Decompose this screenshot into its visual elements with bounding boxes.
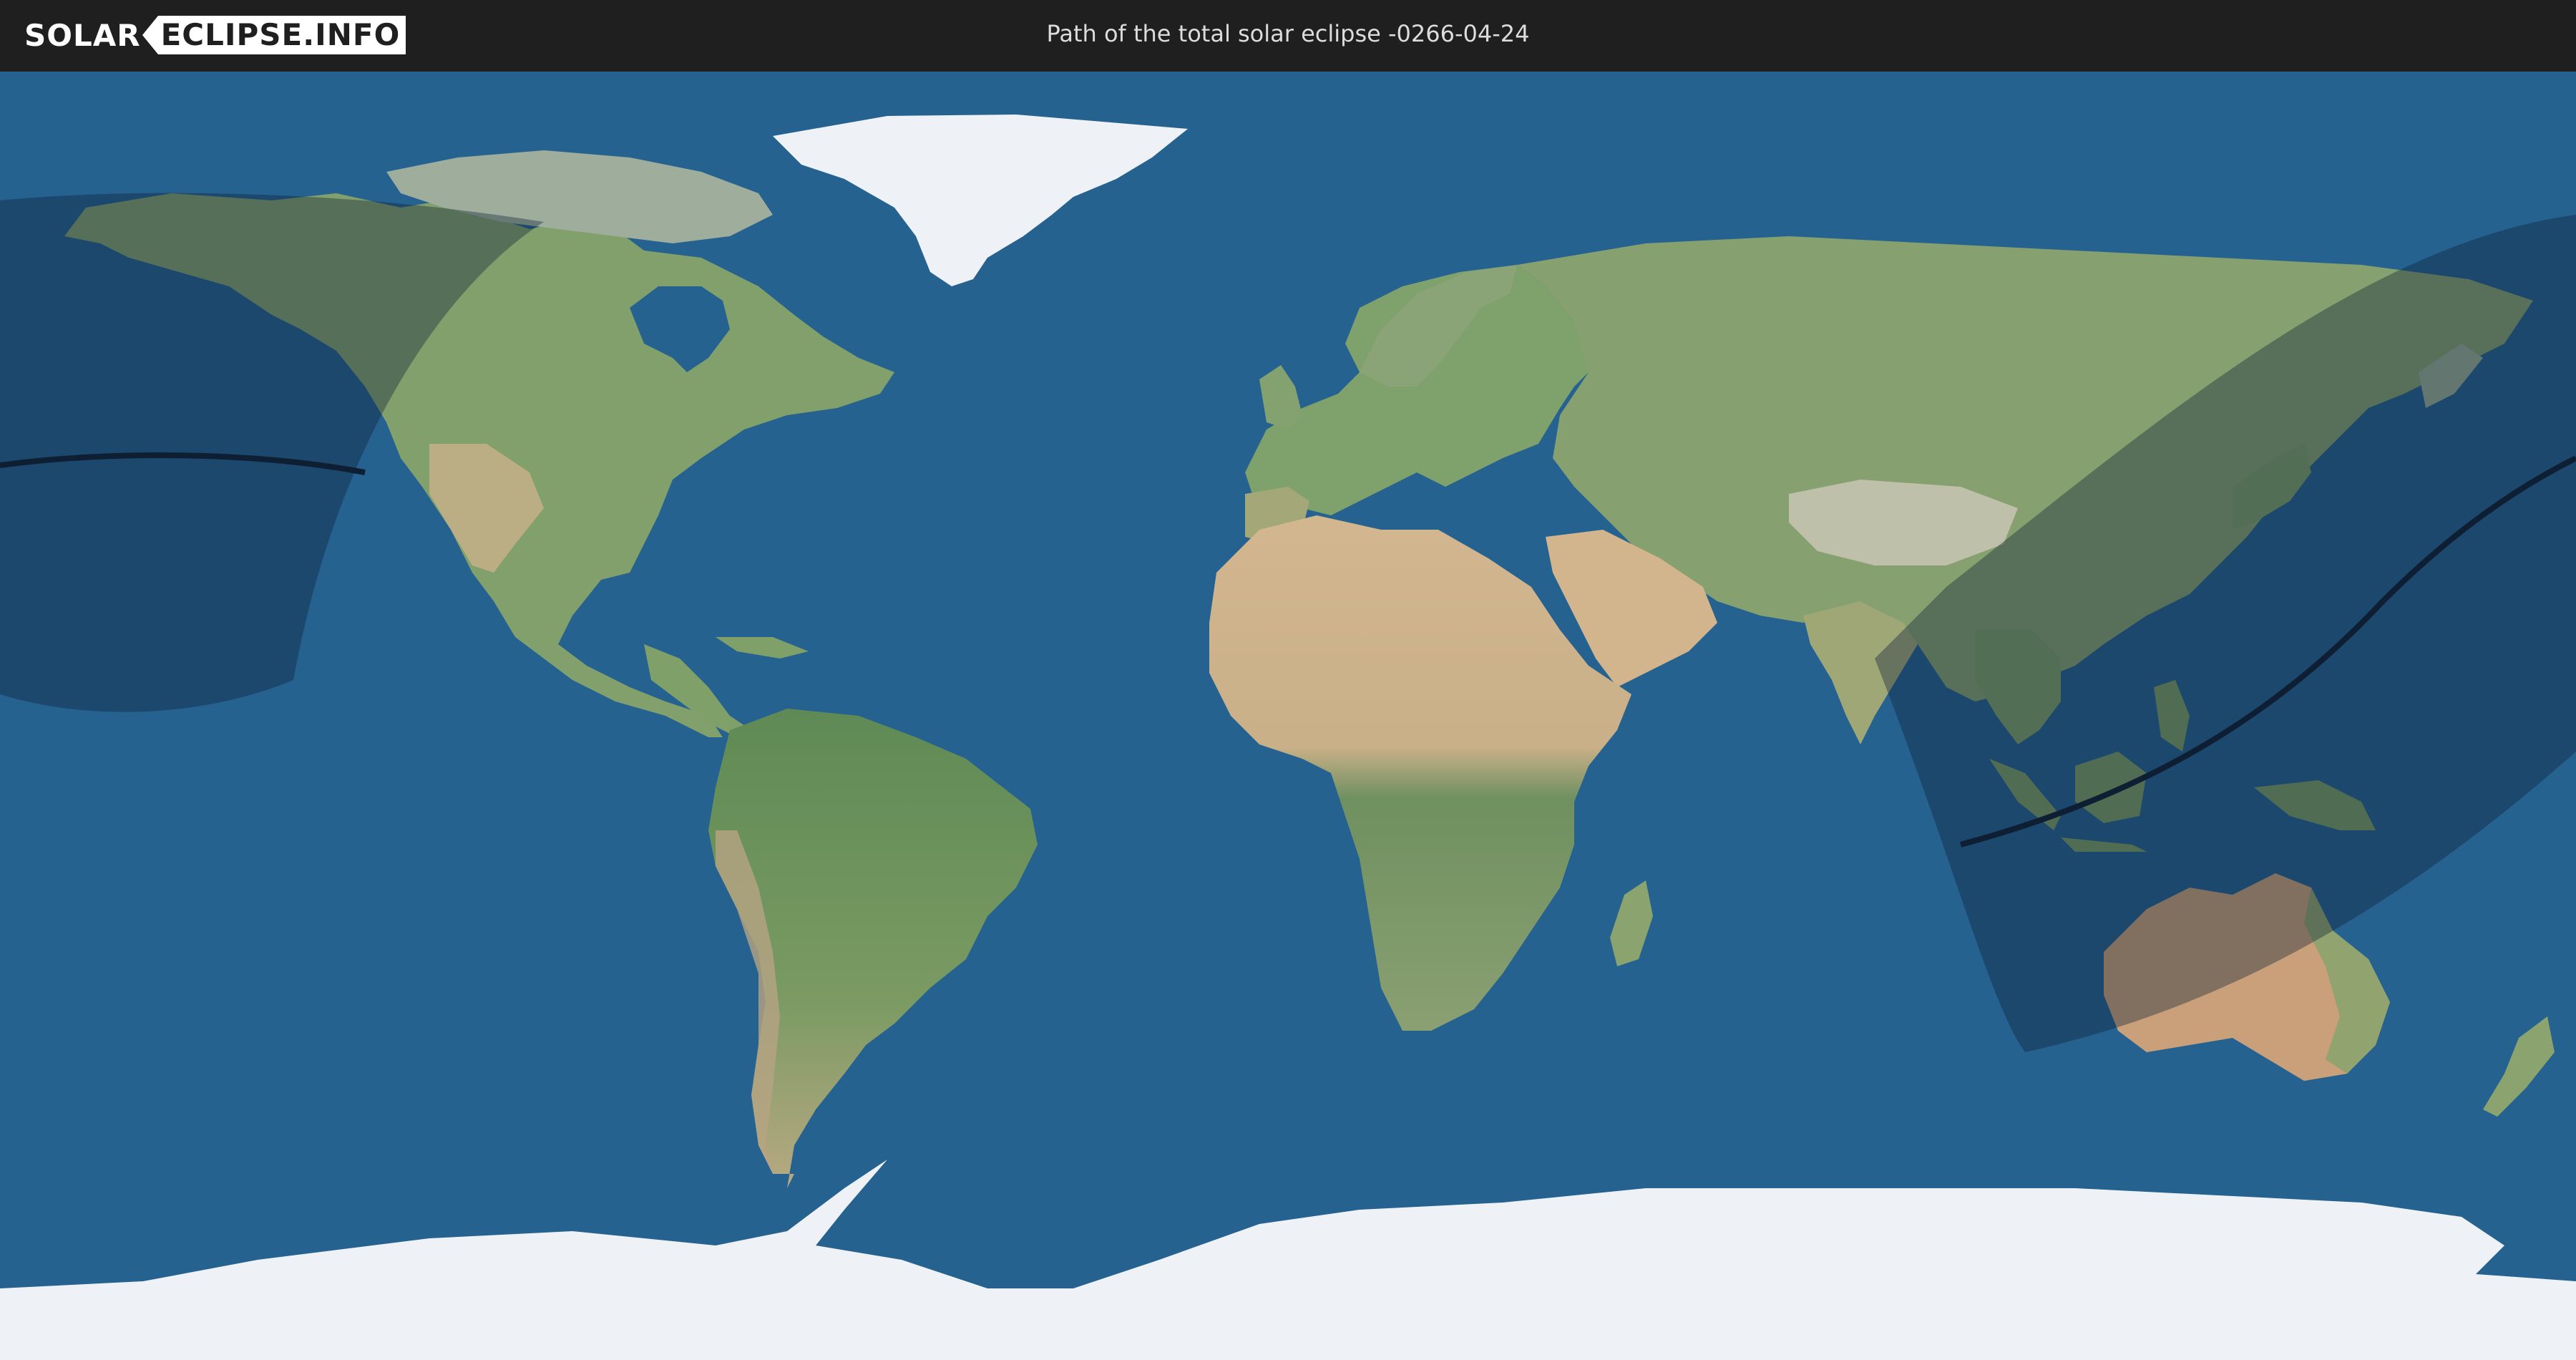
page-title: Path of the total solar eclipse -0266-04… — [1046, 20, 1530, 47]
world-map — [0, 72, 2576, 1360]
header-bar: SOLAR ECLIPSE.INFO Path of the total sol… — [0, 0, 2576, 72]
